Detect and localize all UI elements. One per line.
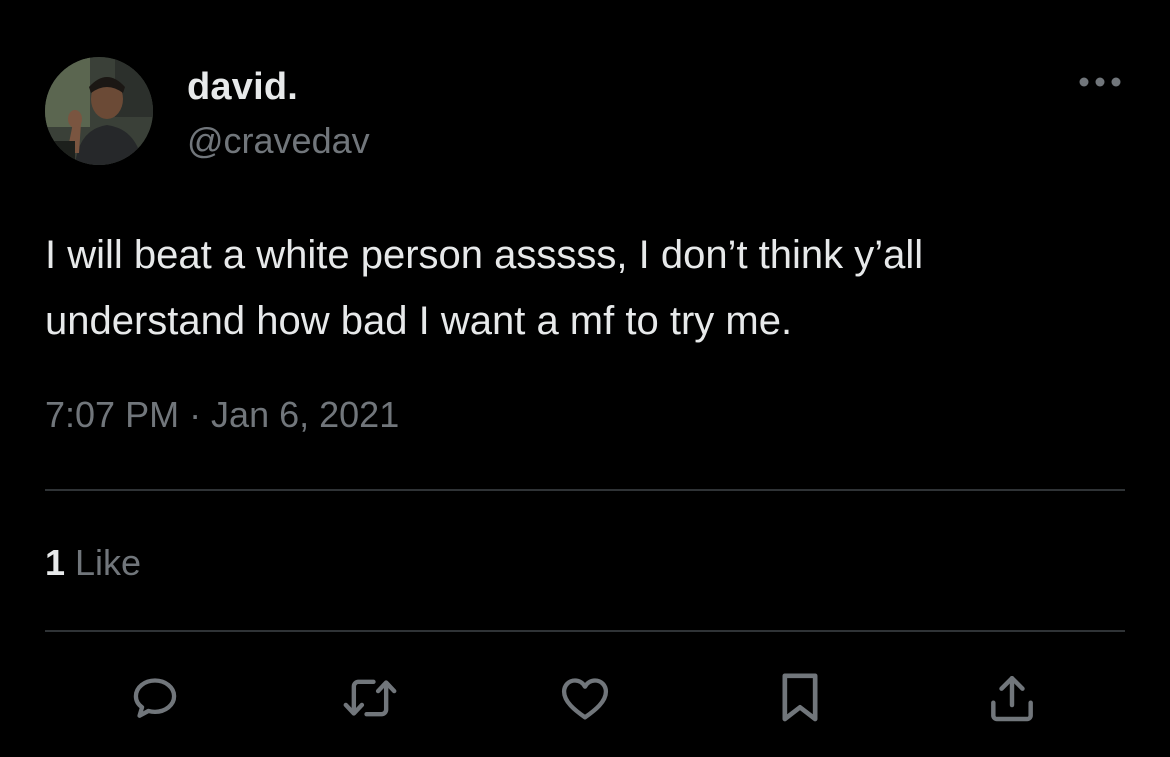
like-label: Like: [65, 542, 142, 583]
like-heart-icon: [561, 678, 609, 720]
bookmark-icon: [782, 673, 818, 722]
tweet-timestamp[interactable]: 7:07 PM · Jan 6, 2021: [45, 394, 399, 436]
divider: [45, 630, 1125, 632]
user-photo-avatar-icon: [45, 57, 153, 165]
reply-icon: [133, 678, 177, 718]
reply-button[interactable]: [125, 668, 185, 728]
bookmark-button[interactable]: [770, 668, 830, 728]
share-button[interactable]: [982, 668, 1042, 728]
like-count: 1: [45, 542, 66, 583]
like-count-link[interactable]: 1 Like: [45, 542, 141, 584]
divider: [45, 489, 1125, 491]
more-dots-icon: [1079, 77, 1121, 87]
share-icon: [991, 675, 1033, 722]
tweet-text: I will beat a white person asssss, I don…: [45, 233, 924, 343]
retweet-icon: [343, 679, 397, 717]
like-button[interactable]: [555, 668, 615, 728]
avatar[interactable]: [45, 57, 153, 165]
more-options-button[interactable]: [1074, 62, 1126, 102]
tweet-detail: david. @cravedav I will beat a white per…: [0, 0, 1170, 757]
display-name[interactable]: david.: [187, 66, 298, 109]
retweet-button[interactable]: [340, 668, 400, 728]
user-handle[interactable]: @cravedav: [187, 120, 370, 162]
